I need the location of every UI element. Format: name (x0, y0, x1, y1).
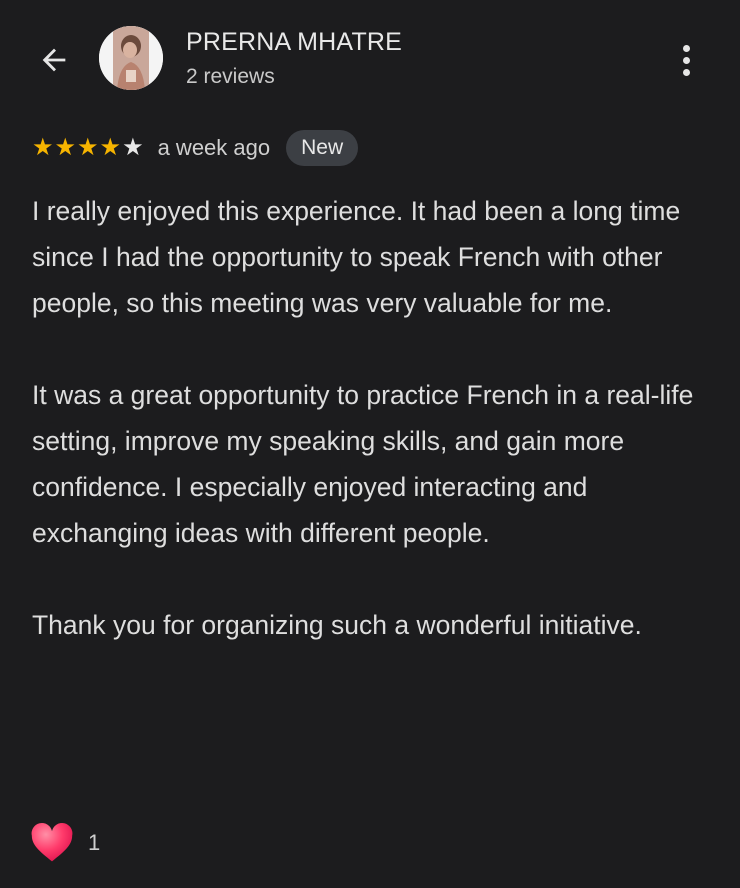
reviewer-review-count: 2 reviews (186, 65, 275, 88)
star-filled-icon: ★ (54, 134, 77, 161)
arrow-left-icon (42, 48, 66, 72)
heart-reaction-button[interactable]: 1 (30, 822, 100, 864)
star-empty-icon: ★ (122, 134, 144, 161)
avatar[interactable] (99, 26, 163, 90)
new-badge: New (286, 130, 359, 166)
more-options-button[interactable] (668, 40, 704, 80)
avatar-photo (99, 26, 163, 90)
more-vert-icon-dot (682, 56, 690, 64)
review-paragraph: I really enjoyed this experience. It had… (32, 196, 681, 318)
back-button[interactable] (34, 40, 74, 80)
review-meta: ★ ★ ★ ★ ★ a week ago New (32, 128, 359, 168)
star-filled-icon: ★ (99, 134, 122, 161)
review-text: I really enjoyed this experience. It had… (32, 188, 722, 694)
review-time: a week ago (157, 135, 271, 160)
more-vert-icon-dot (682, 68, 690, 76)
star-filled-icon: ★ (32, 134, 54, 161)
review-paragraph: Thank you for organizing such a wonderfu… (32, 610, 642, 640)
reviewer-name[interactable]: PRERNA MHATRE (186, 28, 402, 57)
review-paragraph: It was a great opportunity to practice F… (32, 380, 694, 548)
review-header: PRERNA MHATRE 2 reviews (0, 0, 740, 110)
reaction-count: 1 (88, 830, 101, 855)
more-vert-icon (682, 44, 690, 52)
star-rating: ★ ★ ★ ★ ★ (32, 136, 144, 160)
star-filled-icon: ★ (77, 134, 99, 161)
heart-icon (31, 823, 73, 862)
